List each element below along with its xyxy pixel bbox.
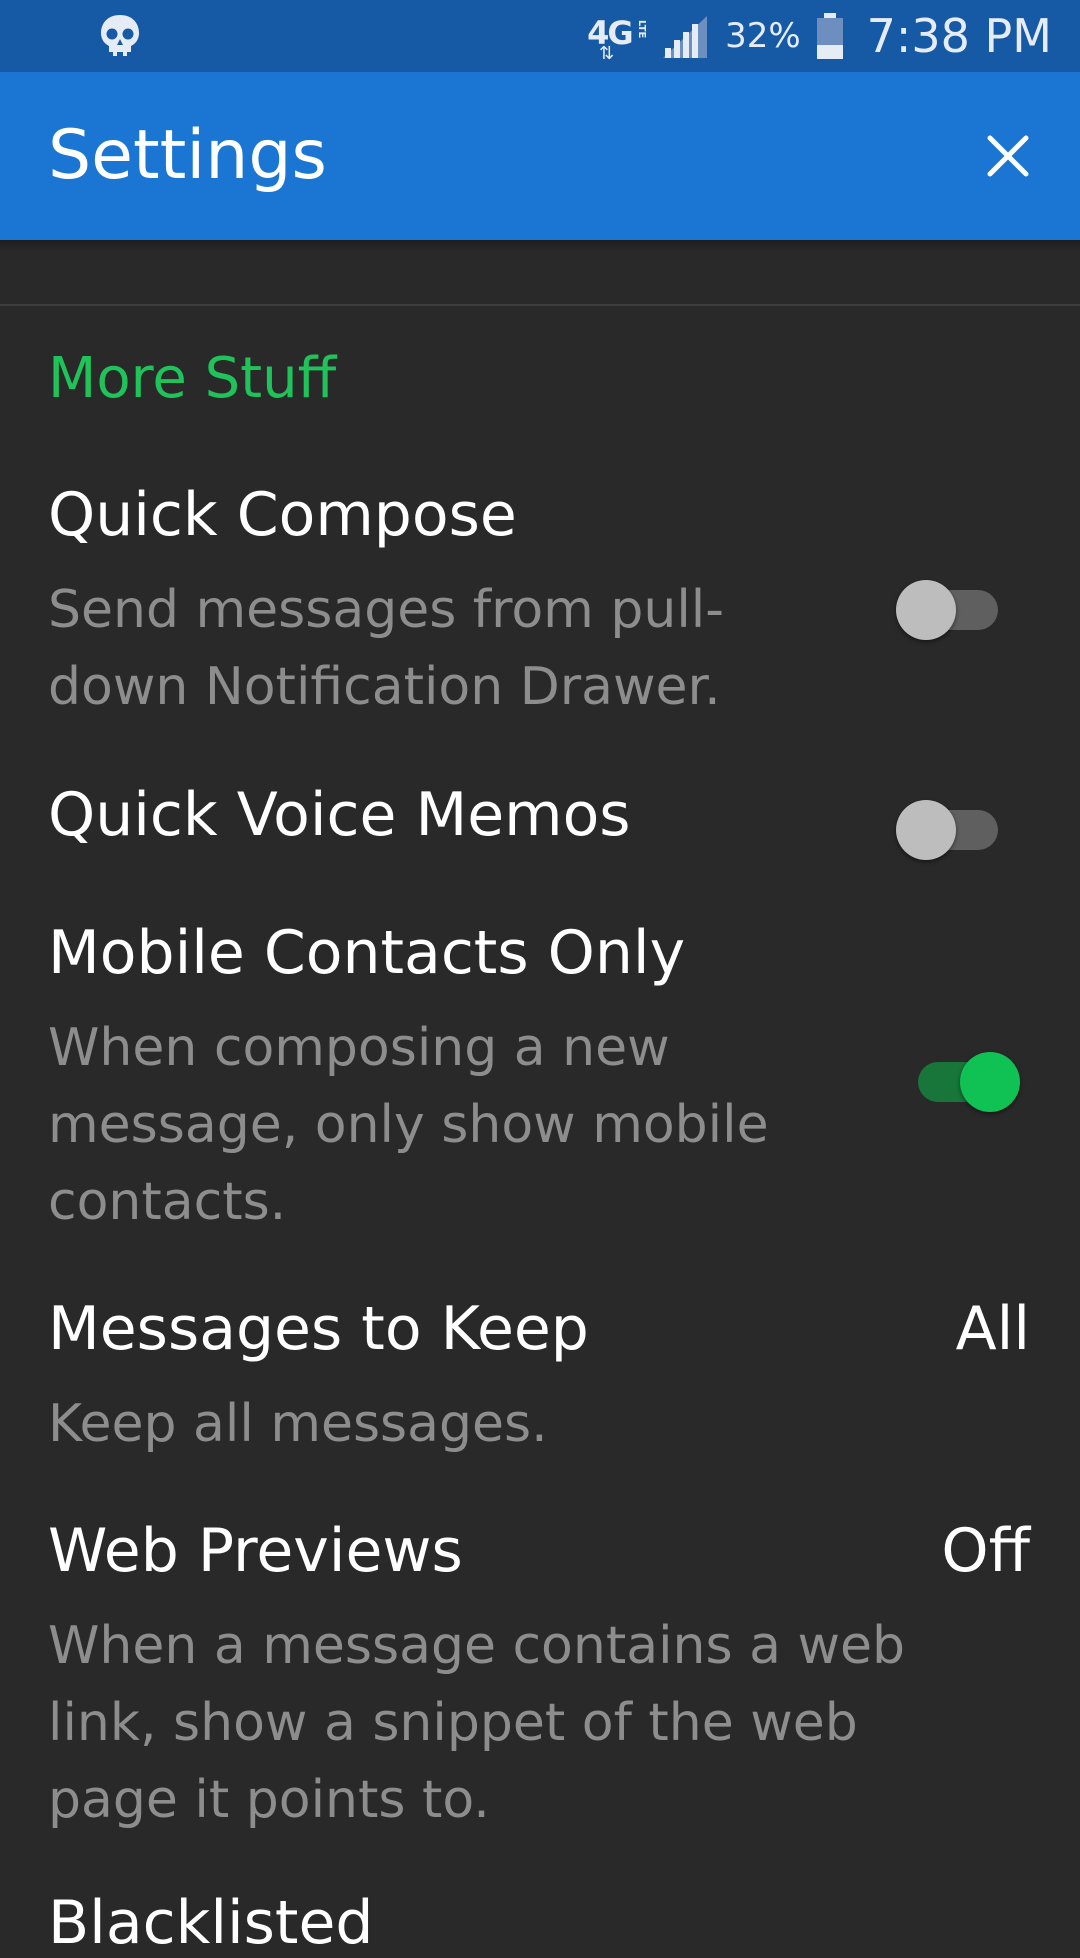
pref-title: Quick Voice Memos xyxy=(48,780,631,850)
section-divider xyxy=(0,304,1080,306)
summary-line: contacts. xyxy=(48,1172,287,1232)
signal-icon xyxy=(663,16,708,58)
pref-quick-compose[interactable]: Quick Compose Send messages from pull- d… xyxy=(0,480,1080,740)
mobile-contacts-only-switch[interactable] xyxy=(910,1042,1020,1112)
status-bar: 4G LTE ⇅ 32% 7:38 PM xyxy=(0,0,1080,72)
pref-messages-to-keep[interactable]: Messages to Keep All Keep all messages. xyxy=(0,1294,1080,1474)
page-title: Settings xyxy=(48,116,327,195)
pref-blacklisted-title[interactable]: Blacklisted xyxy=(48,1888,373,1958)
skull-icon xyxy=(101,15,139,56)
battery-icon xyxy=(816,13,843,59)
pref-title: Mobile Contacts Only xyxy=(48,918,686,988)
summary-line: When composing a new xyxy=(48,1018,670,1078)
pref-summary: Keep all messages. xyxy=(48,1386,548,1463)
data-arrows-icon: ⇅ xyxy=(599,43,615,64)
summary-line: When a message contains a web xyxy=(48,1616,906,1676)
summary-line: Keep all messages. xyxy=(48,1394,548,1454)
pref-title: Messages to Keep xyxy=(48,1294,589,1364)
close-button[interactable] xyxy=(976,124,1040,188)
network-type-indicator: 4G LTE ⇅ xyxy=(587,10,648,64)
close-icon xyxy=(987,135,1029,177)
pref-quick-voice-memos[interactable]: Quick Voice Memos xyxy=(0,780,1080,890)
pref-value: All xyxy=(955,1294,1030,1364)
network-sub-label: LTE xyxy=(636,20,648,39)
pref-title: Quick Compose xyxy=(48,480,517,550)
pref-web-previews[interactable]: Web Previews Off When a message contains… xyxy=(0,1516,1080,1856)
app-bar-shadow xyxy=(0,240,1080,252)
switch-thumb xyxy=(960,1052,1020,1112)
battery-percent: 32% xyxy=(725,16,801,56)
app-bar: Settings xyxy=(0,72,1080,240)
pref-summary: When composing a new message, only show … xyxy=(48,1010,769,1241)
quick-compose-switch[interactable] xyxy=(896,570,1006,640)
summary-line: down Notification Drawer. xyxy=(48,657,721,717)
status-clock: 7:38 PM xyxy=(866,9,1052,63)
pref-summary: Send messages from pull- down Notificati… xyxy=(48,572,724,726)
summary-line: page it points to. xyxy=(48,1770,490,1830)
pref-value: Off xyxy=(941,1516,1030,1586)
section-header: More Stuff xyxy=(48,346,337,411)
pref-title: Web Previews xyxy=(48,1516,463,1586)
switch-thumb xyxy=(896,800,956,860)
pref-summary: When a message contains a web link, show… xyxy=(48,1608,905,1839)
pref-mobile-contacts-only[interactable]: Mobile Contacts Only When composing a ne… xyxy=(0,918,1080,1248)
switch-thumb xyxy=(896,580,956,640)
summary-line: link, show a snippet of the web xyxy=(48,1693,858,1753)
quick-voice-memos-switch[interactable] xyxy=(896,790,1006,860)
summary-line: message, only show mobile xyxy=(48,1095,769,1155)
summary-line: Send messages from pull- xyxy=(48,580,724,640)
